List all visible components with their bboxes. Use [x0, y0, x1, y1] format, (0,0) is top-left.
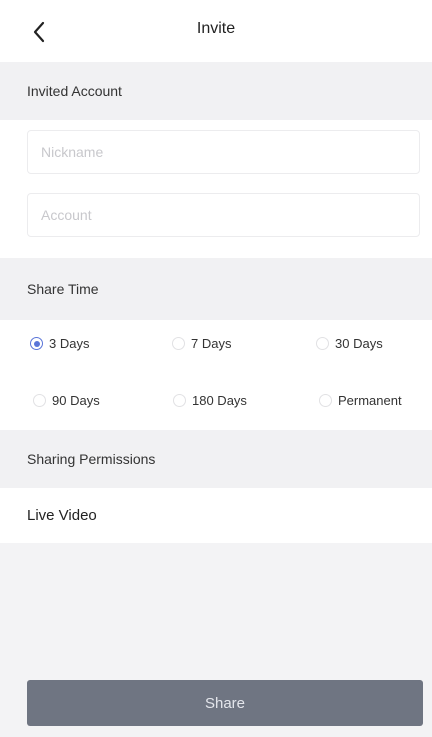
share-time-option-180-days[interactable]: 180 Days — [173, 393, 247, 408]
share-button[interactable]: Share — [27, 680, 423, 726]
page-title: Invite — [196, 20, 236, 37]
radio-unselected-icon[interactable] — [319, 394, 332, 407]
option-label: 30 Days — [335, 336, 383, 351]
option-label: Permanent — [338, 393, 402, 408]
invited-account-panel — [0, 120, 432, 258]
option-label: 180 Days — [192, 393, 247, 408]
option-label: 7 Days — [191, 336, 232, 351]
share-time-option-permanent[interactable]: Permanent — [319, 393, 402, 408]
share-time-option-90-days[interactable]: 90 Days — [33, 393, 100, 408]
radio-unselected-icon[interactable] — [173, 394, 186, 407]
section-label: Sharing Permissions — [27, 451, 156, 467]
permission-item-live-video[interactable]: Live Video — [0, 488, 432, 543]
nickname-input[interactable] — [27, 130, 420, 174]
account-input[interactable] — [27, 193, 420, 237]
invited-account-section-header: Invited Account — [0, 62, 432, 120]
radio-unselected-icon[interactable] — [172, 337, 185, 350]
share-time-option-3-days[interactable]: 3 Days — [30, 336, 89, 351]
share-time-section-header: Share Time — [0, 258, 432, 320]
permission-label: Live Video — [27, 507, 97, 524]
share-time-option-30-days[interactable]: 30 Days — [316, 336, 383, 351]
share-time-options-panel: 3 Days 7 Days 30 Days 90 Days 180 Days P… — [0, 320, 432, 430]
radio-unselected-icon[interactable] — [33, 394, 46, 407]
section-label: Invited Account — [27, 83, 122, 99]
option-label: 3 Days — [49, 336, 90, 351]
radio-unselected-icon[interactable] — [316, 337, 329, 350]
share-time-option-7-days[interactable]: 7 Days — [172, 336, 231, 351]
option-label: 90 Days — [52, 393, 100, 408]
top-nav-bar: Invite — [0, 0, 432, 62]
radio-selected-icon[interactable] — [30, 337, 43, 350]
sharing-permissions-section-header: Sharing Permissions — [0, 430, 432, 488]
section-label: Share Time — [27, 281, 99, 297]
